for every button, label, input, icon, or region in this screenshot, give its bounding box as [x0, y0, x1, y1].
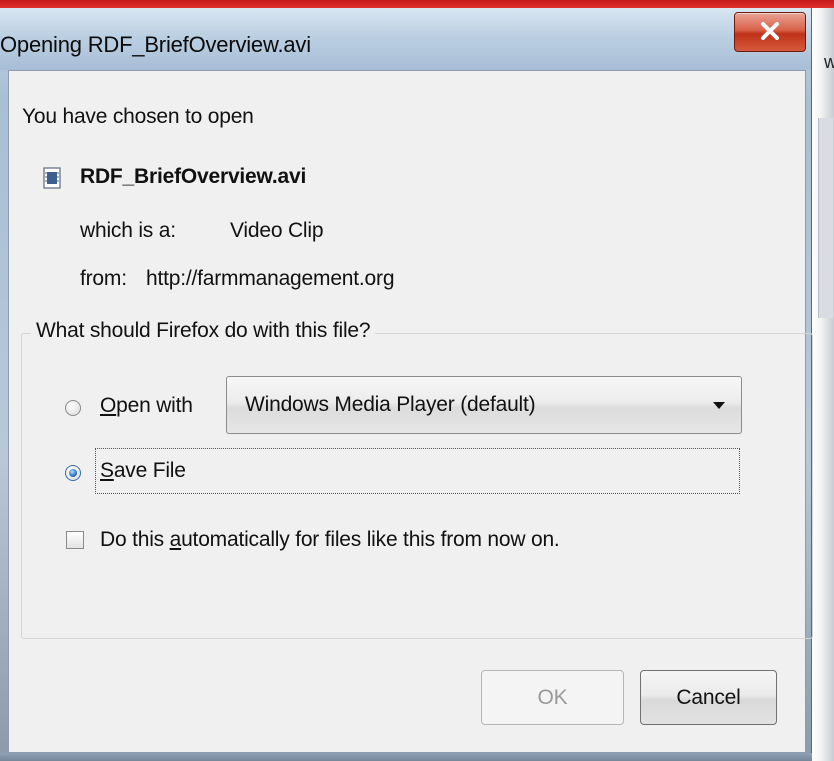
- save-file-label-rest: ave File: [113, 459, 186, 482]
- chevron-down-icon: [713, 402, 725, 409]
- application-dropdown-value: Windows Media Player (default): [245, 393, 536, 416]
- file-name: RDF_BriefOverview.avi: [80, 165, 307, 188]
- save-file-radio[interactable]: [65, 465, 81, 481]
- background-page: w: [812, 8, 834, 761]
- close-icon: [761, 22, 779, 40]
- dialog-body: You have chosen to open RDF_BriefOvervie…: [8, 70, 813, 753]
- file-type-value: Video Clip: [230, 219, 324, 242]
- background-page-text: w: [824, 52, 834, 72]
- auto-action-checkbox[interactable]: [66, 531, 84, 549]
- background-scrollbar: [818, 118, 833, 318]
- title-bar[interactable]: Opening RDF_BriefOverview.avi: [0, 8, 811, 70]
- save-file-label[interactable]: Save File: [100, 459, 186, 483]
- intro-text: You have chosen to open: [22, 105, 254, 128]
- auto-action-accesskey: a: [169, 528, 182, 551]
- screen: w Opening RDF_BriefOverview.avi You have…: [0, 0, 834, 761]
- file-source-label: from:: [80, 267, 127, 290]
- auto-action-label-after: utomatically for files like this from no…: [181, 528, 560, 551]
- file-source-value: http://farmmanagement.org: [146, 267, 395, 290]
- auto-action-label-before: Do this: [100, 528, 170, 551]
- application-dropdown[interactable]: Windows Media Player (default): [226, 376, 742, 434]
- open-with-radio[interactable]: [65, 400, 81, 416]
- open-with-label-rest: pen with: [116, 394, 193, 417]
- action-group-title: What should Firefox do with this file?: [31, 319, 376, 343]
- file-type-label: which is a:: [80, 219, 176, 242]
- auto-action-label[interactable]: Do this automatically for files like thi…: [100, 528, 560, 552]
- close-button[interactable]: [734, 12, 806, 52]
- open-with-label[interactable]: Open with: [100, 394, 193, 418]
- download-dialog: Opening RDF_BriefOverview.avi You have c…: [0, 8, 813, 761]
- video-file-icon: [43, 167, 61, 189]
- save-file-accesskey: S: [100, 459, 114, 482]
- open-with-accesskey: O: [100, 394, 117, 417]
- save-file-focus-ring: [95, 448, 740, 494]
- browser-background-strip: [0, 0, 834, 8]
- dialog-bottom-frame: [0, 753, 812, 761]
- dialog-title: Opening RDF_BriefOverview.avi: [0, 32, 311, 57]
- ok-button[interactable]: OK: [481, 670, 624, 725]
- cancel-button[interactable]: Cancel: [640, 670, 777, 725]
